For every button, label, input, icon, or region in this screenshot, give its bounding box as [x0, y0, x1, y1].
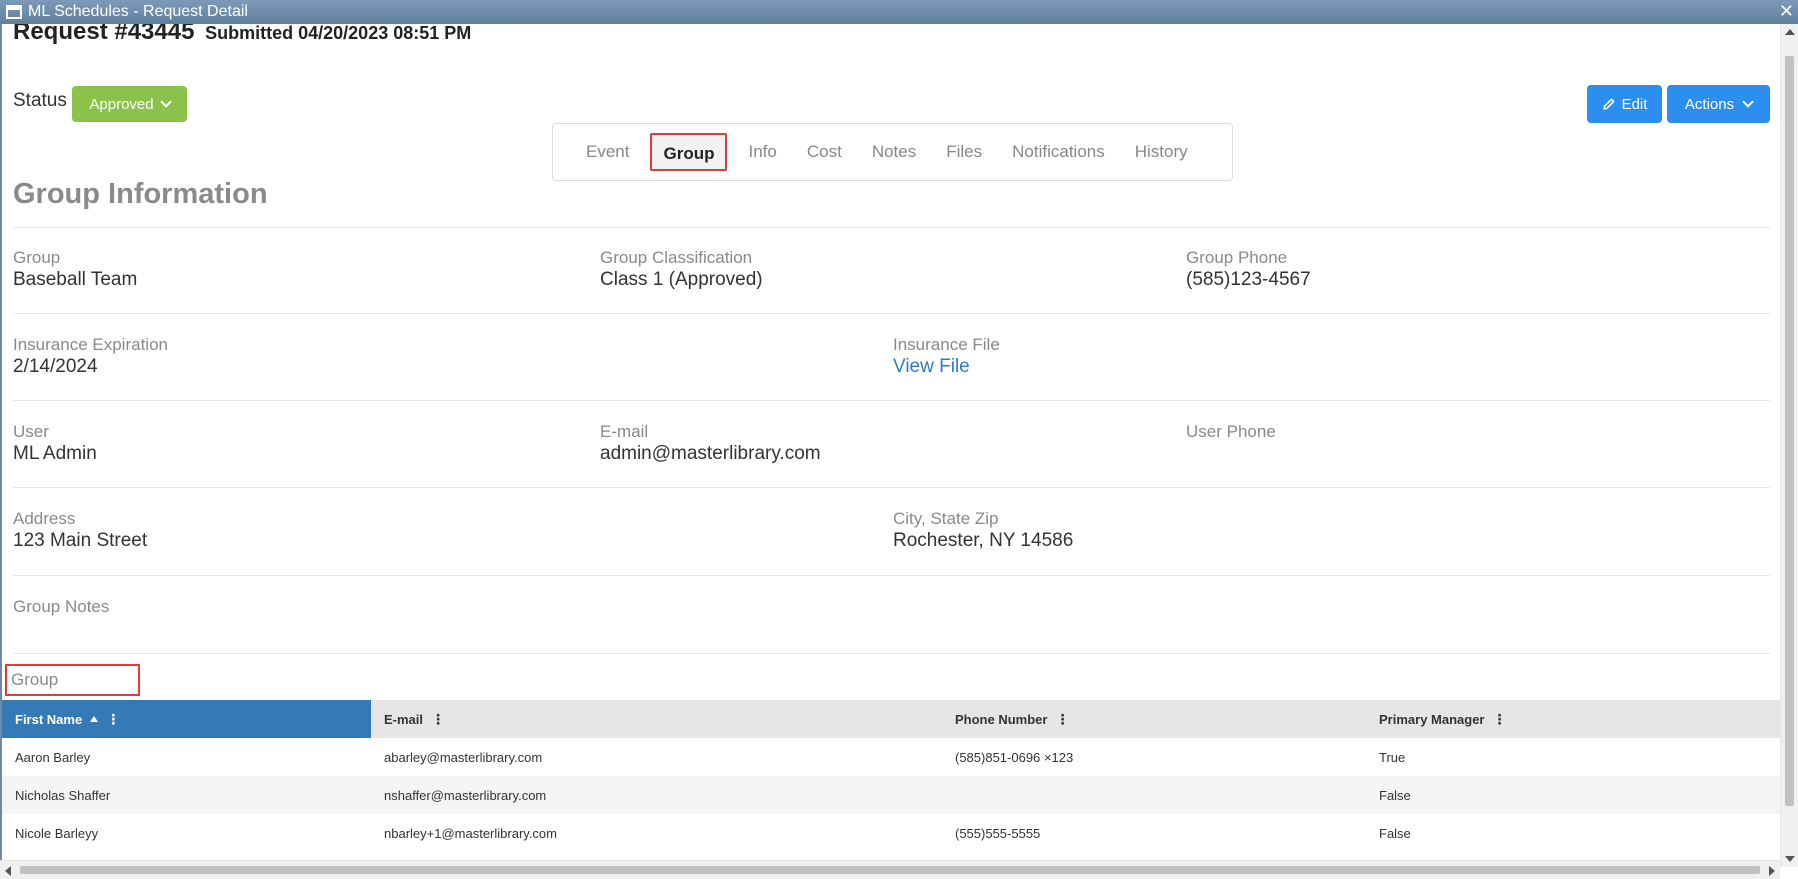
- scroll-right-icon[interactable]: [1769, 866, 1775, 876]
- tab-bar: Event Group Info Cost Notes Files Notifi…: [552, 123, 1233, 181]
- cell-phone: (585)851-0696 ×123: [955, 749, 1074, 765]
- scroll-thumb[interactable]: [20, 866, 1760, 874]
- cell-primary: True: [1379, 749, 1406, 765]
- address-value: 123 Main Street: [13, 530, 148, 551]
- cell-primary: False: [1379, 787, 1411, 803]
- section-title: Group Information: [13, 178, 268, 210]
- table-row[interactable]: Aaron Barley abarley@masterlibrary.com (…: [2, 738, 1780, 776]
- vertical-scrollbar[interactable]: [1780, 24, 1798, 867]
- divider: [13, 653, 1770, 654]
- group-managers-title: Group Managers: [5, 664, 140, 717]
- window-icon: [6, 5, 22, 19]
- column-menu-icon[interactable]: ⋮: [1493, 711, 1507, 728]
- email-value: admin@masterlibrary.com: [600, 443, 821, 464]
- tab-event[interactable]: Event: [571, 133, 644, 171]
- group-notes-label: Group Notes: [13, 597, 110, 616]
- divider: [13, 313, 1770, 314]
- group-label: Group: [13, 248, 61, 267]
- cell-email: nbarley+1@masterlibrary.com: [384, 825, 557, 841]
- scroll-up-icon[interactable]: [1785, 29, 1795, 35]
- status-dropdown[interactable]: Approved: [72, 86, 187, 122]
- cell-phone: [942, 776, 1366, 814]
- request-number: Request #43445: [13, 24, 195, 45]
- divider: [13, 487, 1770, 488]
- column-phone-number[interactable]: Phone Number ⋮: [942, 700, 1366, 738]
- edit-button[interactable]: Edit: [1587, 85, 1662, 123]
- cell-email: nshaffer@masterlibrary.com: [384, 787, 547, 803]
- tab-cost[interactable]: Cost: [792, 133, 857, 171]
- group-phone-value: (585)123-4567: [1186, 269, 1311, 290]
- scroll-thumb[interactable]: [1785, 56, 1794, 806]
- close-icon[interactable]: ✕: [1779, 0, 1794, 22]
- status-value: Approved: [89, 95, 154, 113]
- scroll-down-icon[interactable]: [1785, 856, 1795, 862]
- divider: [13, 227, 1770, 228]
- cell-first-name: Aaron Barley: [15, 749, 91, 765]
- grid-header: First Name ⋮ E-mail ⋮ Phone Number ⋮ Pri…: [2, 700, 1780, 738]
- column-menu-icon[interactable]: ⋮: [1055, 711, 1069, 728]
- cell-email: abarley@masterlibrary.com: [384, 749, 543, 765]
- group-value: Baseball Team: [13, 269, 138, 290]
- insurance-file-label: Insurance File: [893, 335, 1000, 354]
- view-file-link[interactable]: View File: [893, 356, 970, 378]
- column-menu-icon[interactable]: ⋮: [106, 711, 120, 728]
- scroll-left-icon[interactable]: [5, 866, 11, 876]
- table-row[interactable]: Nicole Barleyy nbarley+1@masterlibrary.c…: [2, 814, 1780, 852]
- column-label: E-mail: [384, 711, 424, 727]
- column-email[interactable]: E-mail ⋮: [371, 700, 942, 738]
- chevron-down-icon: [1742, 96, 1754, 108]
- city-value: Rochester, NY 14586: [893, 530, 1074, 551]
- tab-group[interactable]: Group: [650, 133, 728, 171]
- sort-ascending-icon: [90, 716, 99, 722]
- cell-phone: (555)555-5555: [955, 825, 1041, 841]
- address-label: Address: [13, 509, 76, 528]
- tab-history[interactable]: History: [1120, 133, 1203, 171]
- column-label: Primary Manager: [1379, 711, 1485, 727]
- column-primary-manager[interactable]: Primary Manager ⋮: [1366, 700, 1780, 738]
- column-label: First Name: [15, 711, 83, 727]
- tab-files[interactable]: Files: [931, 133, 997, 171]
- insurance-expiration-label: Insurance Expiration: [13, 335, 168, 354]
- page-title: Request #43445 Submitted 04/20/2023 08:5…: [13, 24, 471, 46]
- pencil-icon: [1602, 98, 1615, 110]
- table-row[interactable]: Nicholas Shaffer nshaffer@masterlibrary.…: [2, 776, 1780, 814]
- tab-notes[interactable]: Notes: [857, 133, 931, 171]
- insurance-expiration-value: 2/14/2024: [13, 356, 98, 377]
- user-phone-label: User Phone: [1186, 422, 1276, 441]
- cell-first-name: Nicole Barleyy: [15, 825, 99, 841]
- actions-label: Actions: [1684, 95, 1735, 113]
- cell-primary: False: [1379, 825, 1411, 841]
- window-title: ML Schedules - Request Detail: [28, 3, 248, 20]
- column-first-name[interactable]: First Name ⋮: [2, 700, 371, 738]
- classification-value: Class 1 (Approved): [600, 269, 763, 290]
- email-label: E-mail: [600, 422, 649, 441]
- column-label: Phone Number: [955, 711, 1048, 727]
- divider: [13, 400, 1770, 401]
- city-label: City, State Zip: [893, 509, 999, 528]
- classification-label: Group Classification: [600, 248, 753, 267]
- column-menu-icon[interactable]: ⋮: [431, 711, 445, 728]
- window-titlebar: ML Schedules - Request Detail ✕: [0, 0, 1798, 24]
- status-label: Status: [13, 90, 67, 111]
- cell-first-name: Nicholas Shaffer: [15, 787, 111, 803]
- chevron-down-icon: [159, 96, 172, 108]
- user-value: ML Admin: [13, 443, 97, 464]
- actions-button[interactable]: Actions: [1667, 85, 1770, 123]
- edit-label: Edit: [1621, 95, 1648, 113]
- user-label: User: [13, 422, 49, 441]
- content-area: Request #43445 Submitted 04/20/2023 08:5…: [2, 24, 1780, 867]
- horizontal-scrollbar[interactable]: [0, 860, 1780, 879]
- divider: [13, 575, 1770, 576]
- submitted-date: Submitted 04/20/2023 08:51 PM: [205, 24, 472, 43]
- tab-notifications[interactable]: Notifications: [997, 133, 1120, 171]
- group-phone-label: Group Phone: [1186, 248, 1288, 267]
- managers-grid: First Name ⋮ E-mail ⋮ Phone Number ⋮ Pri…: [2, 700, 1780, 852]
- tab-info[interactable]: Info: [733, 133, 791, 171]
